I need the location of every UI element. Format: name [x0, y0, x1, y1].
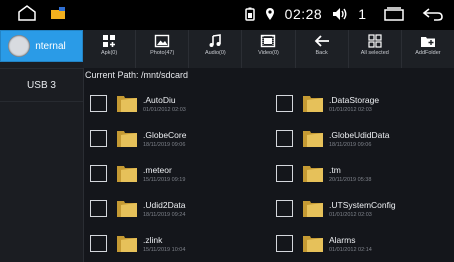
select-all-button[interactable]: All selected — [349, 30, 402, 68]
file-checkbox[interactable] — [90, 95, 107, 112]
folder-icon — [117, 96, 137, 112]
sidebar-item-label: USB 3 — [27, 79, 56, 91]
file-name: Alarms — [329, 235, 356, 245]
apk-icon — [103, 35, 116, 47]
file-date: 15/11/2019 10:04 — [143, 247, 186, 253]
toolbar: Apk(0) Photo(47) Audio(0) Video(0) Back … — [83, 30, 454, 68]
file-item[interactable]: .DataStorage 01/01/2012 02:03 — [273, 86, 453, 121]
music-icon — [209, 34, 222, 47]
storage-sidebar: nternal USB 3 — [0, 30, 84, 262]
audio-filter-button[interactable]: Audio(0) — [189, 30, 243, 68]
file-name: .GlobeUdidData — [329, 130, 390, 140]
file-name: .DataStorage — [329, 95, 380, 105]
file-checkbox[interactable] — [276, 200, 293, 217]
file-grid: .AutoDiu 01/01/2012 02:03 .DataStorage 0… — [83, 86, 454, 261]
clock-time: 02:28 — [284, 6, 323, 22]
folder-icon — [303, 96, 323, 112]
file-row: .meteor 15/11/2019 09:19 .tm 20/11/2019 … — [83, 156, 454, 191]
location-icon — [265, 7, 275, 21]
home-icon[interactable] — [18, 5, 36, 21]
file-date: 01/01/2012 02:14 — [329, 247, 372, 253]
file-item[interactable]: .Udid2Data 18/11/2019 09:24 — [87, 191, 267, 226]
file-name: .AutoDiu — [143, 95, 176, 105]
back-nav-icon[interactable] — [422, 7, 444, 21]
video-filter-button[interactable]: Video(0) — [242, 30, 296, 68]
file-checkbox[interactable] — [90, 165, 107, 182]
add-folder-icon — [420, 37, 435, 47]
file-item[interactable]: Alarms 01/01/2012 02:14 — [273, 226, 453, 261]
select-all-icon — [368, 34, 382, 48]
file-date: 01/01/2012 02:03 — [329, 107, 372, 113]
battery-saver-icon — [244, 7, 255, 21]
folder-icon — [117, 201, 137, 217]
folder-icon — [117, 166, 137, 182]
tool-label: Photo(47) — [150, 50, 175, 56]
tool-label: AddFolder — [415, 50, 441, 56]
file-date: 18/11/2019 09:06 — [329, 142, 372, 148]
file-name: .zlink — [143, 235, 163, 245]
tool-label: Back — [315, 50, 328, 56]
back-button[interactable]: Back — [296, 30, 349, 68]
file-row: .GlobeCore 18/11/2019 09:06 .GlobeUdidDa… — [83, 121, 454, 156]
back-arrow-icon — [314, 35, 329, 47]
file-date: 15/11/2019 09:19 — [143, 177, 186, 183]
file-checkbox[interactable] — [276, 130, 293, 147]
file-name: .meteor — [143, 165, 172, 175]
file-name: .UTSystemConfig — [329, 200, 396, 210]
file-item[interactable]: .zlink 15/11/2019 10:04 — [87, 226, 267, 261]
folder-icon — [117, 236, 137, 252]
sidebar-item-internal[interactable]: nternal — [0, 30, 83, 62]
file-checkbox[interactable] — [276, 95, 293, 112]
file-item[interactable]: .UTSystemConfig 01/01/2012 02:03 — [273, 191, 453, 226]
file-item[interactable]: .AutoDiu 01/01/2012 02:03 — [87, 86, 267, 121]
file-date: 01/01/2012 02:03 — [143, 107, 186, 113]
file-checkbox[interactable] — [90, 235, 107, 252]
status-left — [18, 5, 66, 21]
add-folder-button[interactable]: AddFolder — [402, 30, 454, 68]
folder-icon — [303, 166, 323, 182]
file-row: .AutoDiu 01/01/2012 02:03 .DataStorage 0… — [83, 86, 454, 121]
floating-assist-button[interactable] — [8, 35, 30, 57]
current-path: Current Path: /mnt/sdcard — [85, 70, 189, 80]
tool-label: Audio(0) — [204, 50, 226, 56]
file-date: 18/11/2019 09:06 — [143, 142, 186, 148]
apk-filter-button[interactable]: Apk(0) — [83, 30, 137, 68]
video-icon — [261, 34, 276, 48]
tool-label: Apk(0) — [100, 50, 118, 56]
volume-level: 1 — [358, 6, 366, 22]
volume-icon[interactable] — [332, 7, 348, 21]
photo-icon — [155, 34, 170, 48]
file-manager-window: 02:28 1 nternal USB 3 Apk(0) Photo(47) A… — [0, 0, 454, 262]
folder-icon — [303, 201, 323, 217]
file-checkbox[interactable] — [90, 130, 107, 147]
file-date: 01/01/2012 02:03 — [329, 212, 372, 218]
file-item[interactable]: .GlobeUdidData 18/11/2019 09:06 — [273, 121, 453, 156]
file-item[interactable]: .tm 20/11/2019 05:38 — [273, 156, 453, 191]
file-name: .tm — [329, 165, 341, 175]
file-checkbox[interactable] — [276, 235, 293, 252]
tool-label: Video(0) — [258, 50, 279, 56]
file-manager-app-icon — [50, 6, 66, 20]
file-item[interactable]: .meteor 15/11/2019 09:19 — [87, 156, 267, 191]
file-row: .Udid2Data 18/11/2019 09:24 .UTSystemCon… — [83, 191, 454, 226]
status-bar: 02:28 1 — [0, 0, 454, 30]
file-name: .GlobeCore — [143, 130, 187, 140]
folder-icon — [303, 131, 323, 147]
file-row: .zlink 15/11/2019 10:04 Alarms 01/01/201… — [83, 226, 454, 261]
file-name: .Udid2Data — [143, 200, 186, 210]
photo-filter-button[interactable]: Photo(47) — [136, 30, 190, 68]
file-checkbox[interactable] — [90, 200, 107, 217]
folder-icon — [303, 236, 323, 252]
file-date: 18/11/2019 09:24 — [143, 212, 186, 218]
status-right: 02:28 1 — [244, 6, 444, 22]
sidebar-item-label: nternal — [35, 40, 66, 52]
file-date: 20/11/2019 05:38 — [329, 177, 372, 183]
file-item[interactable]: .GlobeCore 18/11/2019 09:06 — [87, 121, 267, 156]
sidebar-item-usb3[interactable]: USB 3 — [0, 68, 83, 102]
folder-icon — [117, 131, 137, 147]
file-checkbox[interactable] — [276, 165, 293, 182]
tool-label: All selected — [360, 50, 389, 56]
recent-apps-icon[interactable] — [384, 7, 404, 21]
